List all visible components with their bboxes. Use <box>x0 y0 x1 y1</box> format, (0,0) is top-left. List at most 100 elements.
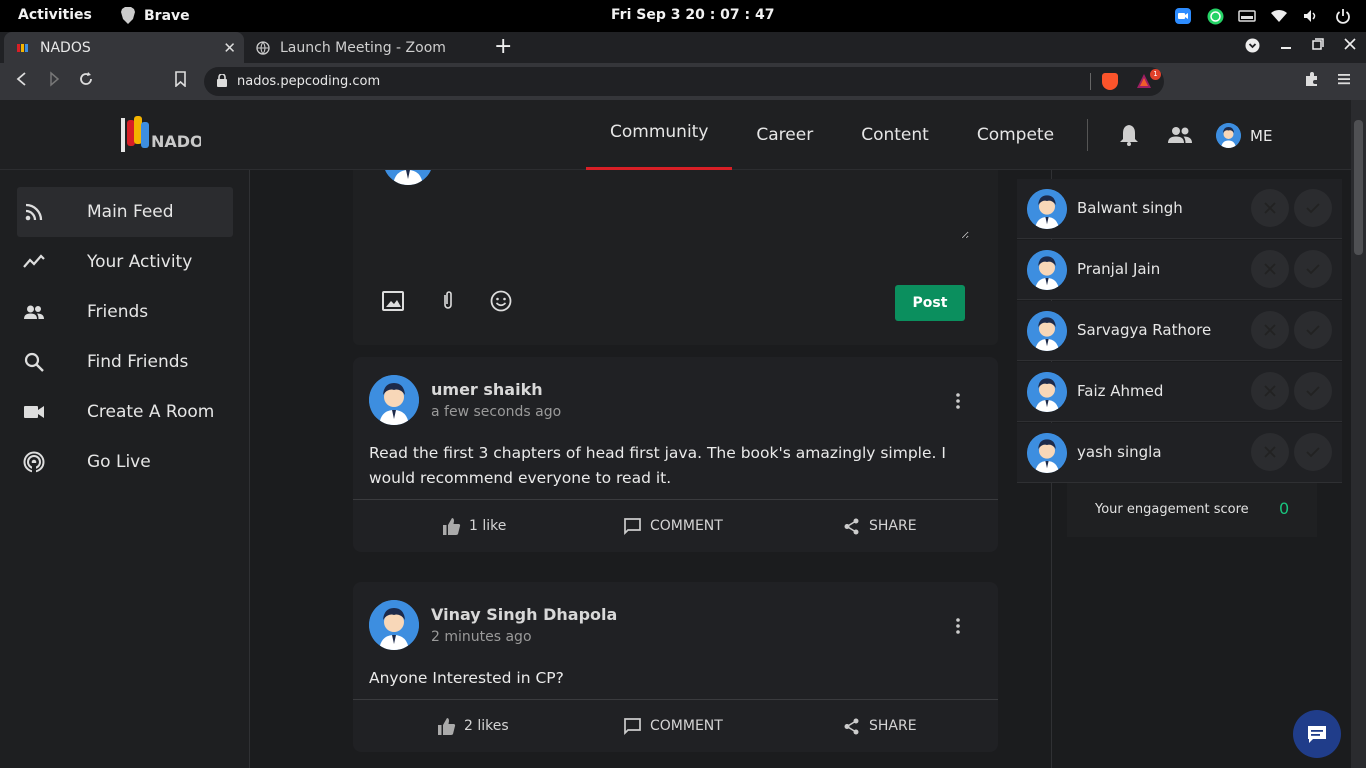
minimize-icon[interactable] <box>1280 38 1292 57</box>
like-button[interactable]: 2 likes <box>437 700 509 752</box>
requester-name[interactable]: Balwant singh <box>1077 199 1183 217</box>
bell-icon[interactable] <box>1117 124 1141 146</box>
address-bar[interactable]: nados.pepcoding.com 1 <box>204 67 1164 96</box>
maximize-icon[interactable] <box>1312 38 1324 57</box>
scrollbar-thumb[interactable] <box>1354 120 1363 255</box>
accept-request-button[interactable] <box>1294 433 1332 471</box>
reload-icon[interactable] <box>78 71 94 91</box>
chat-icon <box>1308 726 1326 743</box>
power-icon[interactable] <box>1334 7 1352 25</box>
page-scrollbar[interactable] <box>1351 100 1366 768</box>
requester-name[interactable]: Faiz Ahmed <box>1077 382 1163 400</box>
drive-tray-icon[interactable] <box>1238 7 1256 25</box>
more-options-icon[interactable] <box>953 616 963 636</box>
accept-request-button[interactable] <box>1294 372 1332 410</box>
volume-icon[interactable] <box>1302 7 1320 25</box>
chat-button[interactable] <box>1293 710 1341 758</box>
tab-search-icon[interactable] <box>1245 38 1260 57</box>
page: Post umer shaikh a few seconds ago Read … <box>0 100 1351 768</box>
requester-name[interactable]: yash singla <box>1077 443 1162 461</box>
close-icon <box>1264 324 1276 336</box>
avatar[interactable] <box>1027 372 1067 412</box>
sidebar-item-find-friends[interactable]: Find Friends <box>17 337 233 387</box>
friends-icon <box>24 305 44 319</box>
image-upload-icon[interactable] <box>382 290 404 312</box>
comment-icon <box>624 717 641 735</box>
tab-title: NADOS <box>40 39 91 56</box>
comment-icon <box>624 517 641 535</box>
new-tab-button[interactable]: + <box>494 34 512 59</box>
accept-request-button[interactable] <box>1294 311 1332 349</box>
check-icon <box>1306 386 1320 397</box>
profile-label: ME <box>1250 126 1273 145</box>
globe-icon <box>256 40 270 55</box>
comment-button[interactable]: COMMENT <box>623 700 723 752</box>
browser-toolbar: nados.pepcoding.com 1 <box>0 63 1366 100</box>
tab-zoom[interactable]: Launch Meeting - Zoom <box>248 32 484 63</box>
zoom-tray-icon[interactable] <box>1174 7 1192 25</box>
decline-request-button[interactable] <box>1251 433 1289 471</box>
post-composer: Post <box>353 135 998 345</box>
tab-nados[interactable]: NADOS ✕ <box>4 32 244 63</box>
rss-icon <box>25 203 43 221</box>
avatar[interactable] <box>369 600 419 650</box>
check-icon <box>1306 203 1320 214</box>
close-window-icon[interactable] <box>1344 38 1356 57</box>
sidebar-item-main-feed[interactable]: Main Feed <box>17 187 233 237</box>
avatar[interactable] <box>1027 250 1067 290</box>
like-button[interactable]: 1 like <box>442 500 506 552</box>
sidebar-item-go-live[interactable]: Go Live <box>17 437 233 487</box>
nav-content[interactable]: Content <box>837 100 953 170</box>
requester-name[interactable]: Sarvagya Rathore <box>1077 321 1211 339</box>
sidebar-item-your-activity[interactable]: Your Activity <box>17 237 233 287</box>
post-author[interactable]: Vinay Singh Dhapola <box>431 605 617 624</box>
requester-name[interactable]: Pranjal Jain <box>1077 260 1160 278</box>
avatar <box>1216 123 1241 148</box>
profile-menu[interactable]: ME <box>1216 123 1272 148</box>
site-header: NADOS Community Career Content Compete M… <box>0 100 1351 170</box>
avatar[interactable] <box>369 375 419 425</box>
post-author[interactable]: umer shaikh <box>431 380 543 399</box>
brave-shields-icon[interactable] <box>1102 73 1118 90</box>
extensions-icon[interactable] <box>1304 71 1320 91</box>
decline-request-button[interactable] <box>1251 311 1289 349</box>
nados-logo[interactable]: NADOS <box>119 114 201 156</box>
close-tab-icon[interactable]: ✕ <box>223 39 236 57</box>
avatar[interactable] <box>1027 189 1067 229</box>
friends-icon[interactable] <box>1167 124 1193 146</box>
sidebar: Main Feed Your Activity Friends Find Fri… <box>0 170 250 768</box>
menu-icon[interactable] <box>1337 71 1351 90</box>
nav-career[interactable]: Career <box>732 100 837 170</box>
app-menu[interactable]: Brave <box>120 7 190 24</box>
bookmark-icon[interactable] <box>174 71 187 91</box>
wifi-icon[interactable] <box>1270 7 1288 25</box>
back-icon[interactable] <box>14 71 30 91</box>
nav-community[interactable]: Community <box>586 100 733 170</box>
browser-tab-bar: NADOS ✕ Launch Meeting - Zoom + <box>0 32 1366 63</box>
share-button[interactable]: SHARE <box>842 700 917 752</box>
more-options-icon[interactable] <box>953 391 963 411</box>
whatsapp-tray-icon[interactable] <box>1206 7 1224 25</box>
clock[interactable]: Fri Sep 3 20 : 07 : 47 <box>611 7 774 23</box>
decline-request-button[interactable] <box>1251 372 1289 410</box>
system-top-bar: Activities Brave Fri Sep 3 20 : 07 : 47 <box>0 0 1366 32</box>
tab-title: Launch Meeting - Zoom <box>280 39 446 56</box>
attachment-icon[interactable] <box>437 290 459 312</box>
sidebar-item-create-room[interactable]: Create A Room <box>17 387 233 437</box>
decline-request-button[interactable] <box>1251 250 1289 288</box>
emoji-icon[interactable] <box>490 290 512 312</box>
comment-button[interactable]: COMMENT <box>623 500 723 552</box>
avatar[interactable] <box>1027 433 1067 473</box>
decline-request-button[interactable] <box>1251 189 1289 227</box>
system-tray[interactable] <box>1174 7 1352 25</box>
accept-request-button[interactable] <box>1294 250 1332 288</box>
post-button[interactable]: Post <box>895 285 965 321</box>
activities-button[interactable]: Activities <box>18 7 92 23</box>
share-button[interactable]: SHARE <box>842 500 917 552</box>
post-time: 2 minutes ago <box>431 629 532 645</box>
forward-icon[interactable] <box>46 71 62 91</box>
nav-compete[interactable]: Compete <box>953 100 1078 170</box>
accept-request-button[interactable] <box>1294 189 1332 227</box>
avatar[interactable] <box>1027 311 1067 351</box>
sidebar-item-friends[interactable]: Friends <box>17 287 233 337</box>
